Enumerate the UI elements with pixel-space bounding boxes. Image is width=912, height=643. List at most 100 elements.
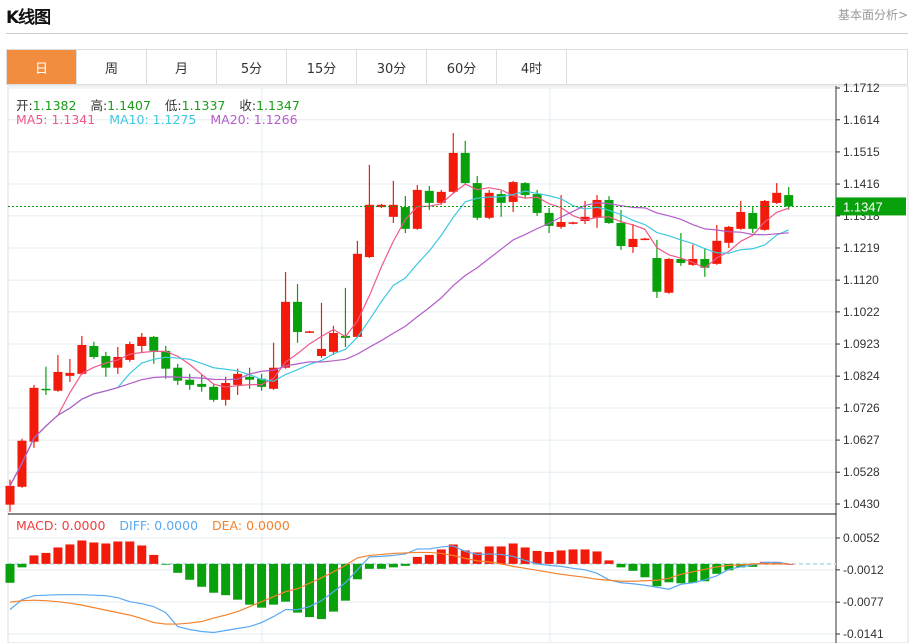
price-tick-label: 1.1712	[843, 81, 880, 95]
macd-bar	[688, 563, 698, 583]
macd-bar	[221, 563, 231, 596]
macd-bar	[137, 545, 147, 564]
candle-up	[281, 301, 291, 368]
ma10-value: MA10: 1.1275	[109, 112, 197, 127]
macd-bar	[17, 563, 27, 568]
macd-tick-label: 0.0052	[843, 531, 880, 545]
candle-up	[65, 372, 75, 376]
price-tick-label: 1.1515	[843, 145, 880, 159]
macd-tick-label: -0.0012	[843, 563, 884, 577]
macd-bar	[161, 563, 171, 565]
candle-up	[125, 344, 135, 360]
macd-bar	[412, 556, 422, 564]
macd-bar	[233, 563, 243, 600]
macd-bar	[281, 563, 291, 602]
candle-down	[460, 152, 470, 184]
macd-bar	[5, 563, 15, 583]
candle-down	[173, 367, 183, 381]
price-tick-label: 1.0726	[843, 401, 880, 415]
current-price-label: 1.1347	[843, 199, 883, 214]
macd-bar	[245, 563, 255, 605]
macd-bar	[149, 554, 159, 564]
price-tick-label: 1.0627	[843, 433, 880, 447]
candle-up	[628, 238, 638, 248]
macd-bar	[305, 563, 314, 618]
macd-bar	[664, 563, 674, 583]
macd-bar	[364, 563, 374, 569]
ma-readout: MA5: 1.1341 MA10: 1.1275 MA20: 1.1266	[16, 112, 308, 127]
macd-bar	[532, 550, 542, 564]
macd-bar	[592, 551, 602, 564]
candle-up	[328, 332, 338, 352]
candle-up	[305, 331, 314, 333]
price-tick-label: 1.0528	[843, 465, 880, 479]
candle-up	[53, 371, 63, 391]
dea-value: DEA: 0.0000	[212, 518, 290, 533]
price-tick-label: 1.0430	[843, 497, 880, 511]
candle-up	[736, 211, 746, 229]
macd-bar	[173, 563, 183, 573]
macd-bar	[652, 563, 662, 587]
macd-bar	[604, 560, 614, 564]
macd-bar	[125, 541, 135, 564]
macd-bar	[628, 563, 638, 571]
candle-down	[245, 376, 255, 380]
price-tick-label: 1.1614	[843, 113, 880, 127]
macd-bar	[41, 552, 51, 564]
ma20-value: MA20: 1.1266	[210, 112, 298, 127]
macd-bar	[185, 563, 195, 580]
candle-up	[664, 259, 674, 293]
macd-bar	[640, 563, 650, 578]
macd-tick-label: -0.0077	[843, 595, 884, 609]
macd-bar	[712, 563, 722, 574]
candle-down	[616, 222, 626, 247]
candle-down	[496, 194, 506, 203]
ma5-value: MA5: 1.1341	[16, 112, 96, 127]
candle-down	[520, 183, 530, 196]
open-value: 1.1382	[32, 98, 77, 113]
macd-bar	[568, 549, 578, 564]
macd-bar	[400, 563, 410, 566]
candle-up	[29, 387, 39, 442]
candle-up	[221, 382, 231, 400]
price-tick-label: 1.1120	[843, 273, 879, 287]
price-tick-label: 1.1219	[843, 241, 880, 255]
candle-up	[5, 485, 15, 505]
macd-value: MACD: 0.0000	[16, 518, 106, 533]
macd-bar	[29, 555, 39, 564]
candle-down	[784, 195, 794, 207]
diff-value: DIFF: 0.0000	[119, 518, 199, 533]
macd-bar	[77, 540, 87, 564]
price-tick-label: 1.1416	[843, 177, 880, 191]
macd-bar	[316, 563, 326, 620]
candle-down	[652, 258, 662, 292]
candle-down	[293, 301, 303, 333]
ma10-line	[9, 190, 789, 487]
macd-bar	[580, 549, 590, 564]
macd-readout: MACD: 0.0000 DIFF: 0.0000 DEA: 0.0000	[16, 518, 300, 533]
candle-up	[364, 204, 374, 258]
macd-tick-label: -0.0141	[843, 627, 884, 641]
candle-up	[556, 222, 566, 227]
macd-bar	[436, 549, 446, 564]
close-value: 1.1347	[256, 98, 300, 113]
macd-bar	[388, 563, 398, 568]
price-tick-label: 1.0824	[843, 369, 880, 383]
price-tick-label: 1.0923	[843, 337, 880, 351]
candle-down	[41, 388, 51, 391]
macd-bar	[616, 563, 626, 568]
macd-bar	[53, 547, 63, 564]
candle-up	[448, 152, 458, 192]
candle-up	[77, 344, 87, 374]
candle-up	[640, 238, 650, 241]
macd-bar	[197, 563, 207, 587]
candle-down	[209, 386, 219, 400]
candle-down	[89, 345, 99, 358]
candle-up	[772, 192, 782, 203]
macd-bar	[113, 541, 123, 564]
macd-bar	[544, 551, 554, 564]
candle-down	[197, 383, 207, 387]
candle-up	[568, 222, 578, 224]
macd-bar	[328, 563, 338, 612]
high-value: 1.1407	[107, 98, 151, 113]
